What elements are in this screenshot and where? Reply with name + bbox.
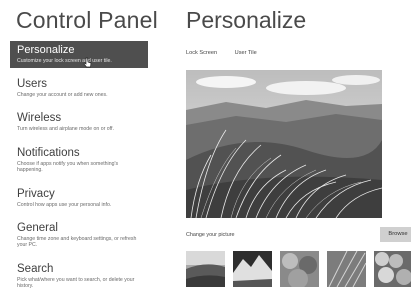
thumbnail-picture-4[interactable] — [327, 251, 366, 287]
nav-item-privacy[interactable]: Privacy Control how apps use your person… — [10, 185, 148, 212]
change-picture-label: Change your picture — [186, 232, 235, 238]
tab-lock-screen[interactable]: Lock Screen — [186, 50, 217, 56]
tab-user-tile[interactable]: User Tile — [235, 50, 257, 56]
personalize-tabs: Lock Screen User Tile — [186, 50, 273, 56]
nav-item-label: Privacy — [17, 187, 55, 200]
browse-button[interactable]: Browse — [380, 227, 411, 242]
nav-item-label: Wireless — [17, 112, 62, 125]
nav-item-description: Change time zone and keyboard settings, … — [17, 236, 137, 249]
nav-item-description: Pick what/where you want to search, or d… — [17, 276, 135, 290]
nav-item-label: Users — [17, 78, 48, 90]
nav-item-description: Control how apps use your personal info. — [17, 201, 112, 208]
cursor-icon — [83, 57, 92, 68]
thumbnail-picture-2[interactable] — [233, 251, 272, 287]
page-title: Personalize — [186, 7, 307, 33]
nav-item-description: Change your account or add new ones. — [17, 92, 108, 98]
thumbnail-picture-5[interactable] — [374, 251, 411, 287]
nav-item-label: Personalize — [17, 44, 75, 56]
nav-item-general[interactable]: General Change time zone and keyboard se… — [10, 219, 148, 253]
nav-item-description: Customize your lock screen and user tile… — [17, 58, 112, 64]
control-panel-title: Control Panel — [16, 7, 158, 33]
settings-nav: Personalize Customize your lock screen a… — [10, 41, 148, 301]
nav-item-personalize[interactable]: Personalize Customize your lock screen a… — [10, 41, 148, 68]
nav-item-users[interactable]: Users Change your account or add new one… — [10, 75, 148, 102]
thumbnail-picture-1[interactable] — [186, 251, 225, 287]
nav-item-notifications[interactable]: Notifications Choose if apps notify you … — [10, 144, 148, 178]
nav-item-description: Choose if apps notify you when something… — [17, 160, 119, 174]
nav-item-wireless[interactable]: Wireless Turn wireless and airplane mode… — [10, 109, 148, 136]
nav-item-label: Notifications — [17, 146, 80, 159]
nav-item-search[interactable]: Search Pick what/where you want to searc… — [10, 260, 148, 294]
nav-item-label: Search — [17, 262, 54, 275]
nav-item-label: General — [17, 222, 58, 235]
lock-screen-preview-image — [186, 70, 382, 218]
thumbnail-picture-3[interactable] — [280, 251, 319, 287]
nav-item-description: Turn wireless and airplane mode on or of… — [17, 126, 114, 133]
